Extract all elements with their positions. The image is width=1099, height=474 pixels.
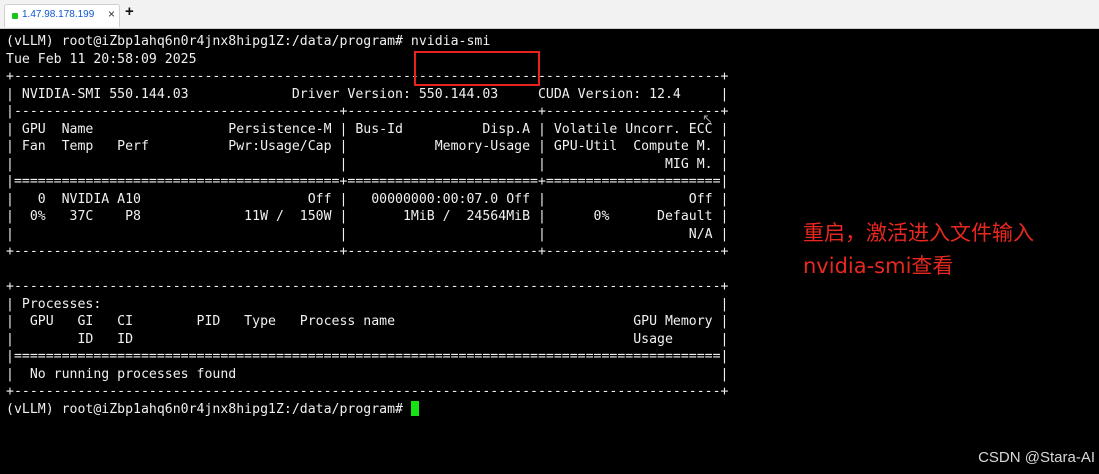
terminal-line: | NVIDIA-SMI 550.144.03 Driver Version: … xyxy=(6,86,729,102)
status-dot-icon xyxy=(12,13,18,19)
terminal-line: |=======================================… xyxy=(6,349,729,364)
annotation-line-2: nvidia-smi查看 xyxy=(803,254,954,278)
tab-bar: 1.47.98.178.199 × + xyxy=(0,0,1099,29)
terminal-line: +---------------------------------------… xyxy=(6,69,729,84)
terminal-line: +---------------------------------------… xyxy=(6,279,729,294)
terminal-line: | ID ID Usage | xyxy=(6,331,729,347)
command-highlight-box xyxy=(414,51,540,86)
terminal-line: | 0% 37C P8 11W / 150W | 1MiB / 24564MiB… xyxy=(6,209,729,224)
terminal-line: +---------------------------------------… xyxy=(6,384,729,399)
annotation-note: 重启，激活进入文件输入 nvidia-smi查看 xyxy=(803,217,1034,283)
terminal-line: | | | N/A | xyxy=(6,226,729,242)
terminal-line: | Processes: | xyxy=(6,296,729,312)
terminal-line: +---------------------------------------… xyxy=(6,244,729,259)
terminal-line: |=======================================… xyxy=(6,174,729,189)
terminal-line: | Fan Temp Perf Pwr:Usage/Cap | Memory-U… xyxy=(6,139,729,154)
terminal-line: | No running processes found | xyxy=(6,366,729,382)
terminal-line: | GPU GI CI PID Type Process name GPU Me… xyxy=(6,314,729,329)
terminal-line: | | | MIG M. | xyxy=(6,156,729,172)
tab-title: 1.47.98.178.199 xyxy=(22,9,95,20)
terminal-line: (vLLM) root@iZbp1ahq6n0r4jnx8hipg1Z:/dat… xyxy=(6,34,491,49)
annotation-line-1: 重启，激活进入文件输入 xyxy=(803,221,1034,245)
close-icon[interactable]: × xyxy=(108,7,115,21)
terminal-line: Tue Feb 11 20:58:09 2025 xyxy=(6,51,197,67)
terminal-prompt-line[interactable]: (vLLM) root@iZbp1ahq6n0r4jnx8hipg1Z:/dat… xyxy=(6,400,419,419)
terminal-line: | 0 NVIDIA A10 Off | 00000000:00:07.0 Of… xyxy=(6,191,729,207)
session-tab[interactable]: 1.47.98.178.199 × xyxy=(4,4,120,27)
terminal-line: | GPU Name Persistence-M | Bus-Id Disp.A… xyxy=(6,121,729,137)
new-tab-button[interactable]: + xyxy=(125,3,134,20)
terminal-line: |---------------------------------------… xyxy=(6,104,729,119)
terminal-prompt: (vLLM) root@iZbp1ahq6n0r4jnx8hipg1Z:/dat… xyxy=(6,401,411,417)
mouse-pointer-icon: ↖ xyxy=(702,112,713,127)
watermark: CSDN @Stara-AI xyxy=(978,449,1095,466)
terminal-window[interactable]: (vLLM) root@iZbp1ahq6n0r4jnx8hipg1Z:/dat… xyxy=(0,29,1099,474)
terminal-cursor xyxy=(410,400,419,416)
